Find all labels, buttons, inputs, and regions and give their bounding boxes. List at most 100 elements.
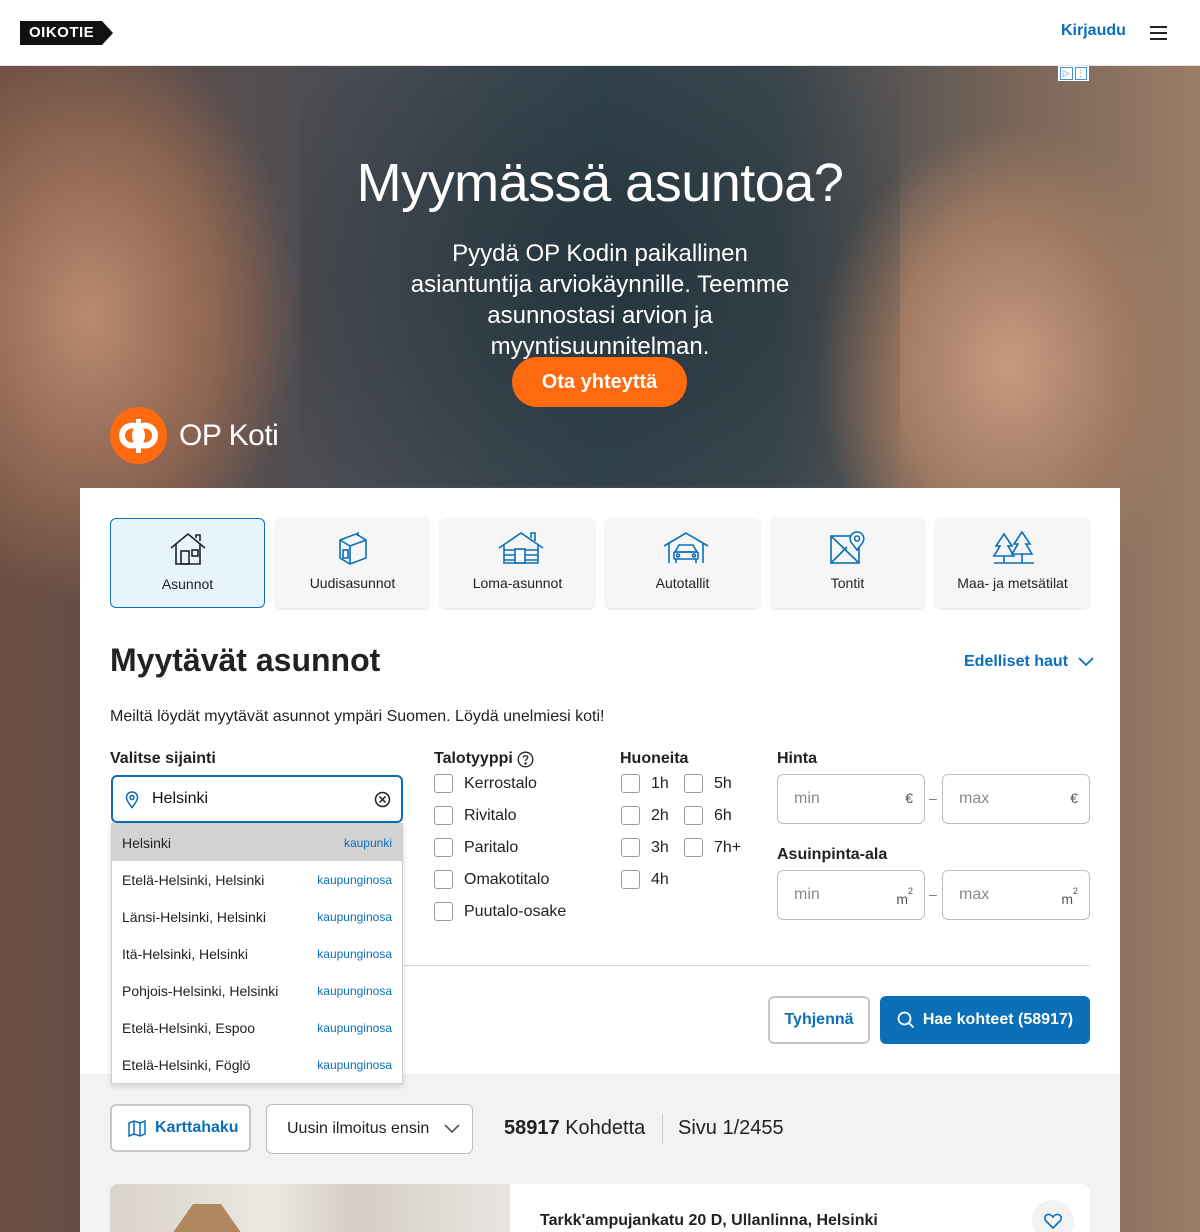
- house-type-rivitalo[interactable]: Rivitalo: [434, 806, 516, 825]
- op-logo-icon: [110, 407, 167, 464]
- listing-image: [110, 1184, 510, 1232]
- suggestion-item[interactable]: Helsinki kaupunki: [112, 824, 402, 861]
- map-search-button[interactable]: Karttahaku: [110, 1104, 251, 1152]
- ad-choices-badge[interactable]: ▷ ⋮: [1058, 66, 1089, 81]
- sort-select[interactable]: Uusin ilmoitus ensin: [266, 1104, 473, 1154]
- logo-arrow-icon: [102, 21, 114, 45]
- house-type-puutalo-osake[interactable]: Puutalo-osake: [434, 902, 566, 921]
- results-section: Karttahaku Uusin ilmoitus ensin 58917 Ko…: [80, 1074, 1120, 1232]
- rooms-4h[interactable]: 4h: [621, 870, 669, 889]
- area-max-input[interactable]: max m2: [942, 870, 1090, 920]
- checkbox[interactable]: [684, 774, 703, 793]
- ad-menu-icon: ⋮: [1074, 67, 1087, 80]
- divider: [662, 1114, 663, 1144]
- map-search-label: Karttahaku: [155, 1119, 239, 1136]
- price-min-input[interactable]: min €: [777, 774, 925, 824]
- house-type-kerrostalo[interactable]: Kerrostalo: [434, 774, 537, 793]
- checkbox[interactable]: [434, 870, 453, 889]
- suggestion-item[interactable]: Etelä-Helsinki, Espoo kaupunginosa: [112, 1009, 402, 1046]
- house-type-label: Talotyyppi: [434, 750, 534, 768]
- placeholder: max: [959, 790, 990, 807]
- chevron-down-icon: [444, 1124, 460, 1134]
- suggestion-item[interactable]: Itä-Helsinki, Helsinki kaupunginosa: [112, 935, 402, 972]
- listing-address[interactable]: Tarkk'ampujankatu 20 D, Ullanlinna, Hels…: [540, 1212, 878, 1230]
- rooms-7h-plus[interactable]: 7h+: [684, 838, 741, 857]
- intro-text: Meiltä löydät myytävät asunnot ympäri Su…: [110, 708, 605, 725]
- category-loma-asunnot[interactable]: Loma-asunnot: [440, 518, 595, 608]
- garage-icon: [663, 532, 709, 563]
- search-submit-button[interactable]: Hae kohteet (58917): [880, 996, 1090, 1044]
- checkbox[interactable]: [621, 774, 640, 793]
- area-label: Asuinpinta-ala: [777, 846, 888, 863]
- location-value: Helsinki: [152, 790, 209, 807]
- op-koti-logo: OP Koti: [110, 407, 279, 464]
- cabin-icon: [498, 532, 544, 564]
- m2-unit: m2: [896, 886, 913, 907]
- location-label: Valitse sijainti: [110, 750, 216, 767]
- checkbox[interactable]: [684, 806, 703, 825]
- range-dash: –: [929, 886, 937, 902]
- checkbox[interactable]: [434, 902, 453, 921]
- suggestion-item[interactable]: Länsi-Helsinki, Helsinki kaupunginosa: [112, 898, 402, 935]
- rooms-label: Huoneita: [620, 750, 689, 767]
- top-bar: OIKOTIE Kirjaudu: [0, 0, 1200, 66]
- house-icon: [170, 532, 206, 565]
- euro-unit: €: [905, 790, 913, 806]
- clear-icon[interactable]: [374, 791, 391, 808]
- menu-icon[interactable]: [1150, 26, 1167, 40]
- checkbox[interactable]: [434, 774, 453, 793]
- checkbox[interactable]: [621, 870, 640, 889]
- suggestion-item[interactable]: Etelä-Helsinki, Helsinki kaupunginosa: [112, 861, 402, 898]
- category-autotallit[interactable]: Autotallit: [605, 518, 760, 608]
- placeholder: min: [794, 790, 820, 807]
- price-max-input[interactable]: max €: [942, 774, 1090, 824]
- chevron-down-icon: [1078, 657, 1094, 667]
- category-label: Uudisasunnot: [309, 575, 396, 591]
- page-info: Sivu 1/2455: [678, 1117, 784, 1139]
- category-tabs: Asunnot Uudisasunnot Loma-asunnot Autota…: [110, 518, 1090, 608]
- ad-title: Myymässä asuntoa?: [356, 153, 844, 213]
- search-submit-label: Hae kohteet (58917): [922, 1011, 1074, 1028]
- category-label: Tontit: [830, 575, 865, 591]
- new-building-icon: [339, 532, 367, 565]
- plot-map-icon: [830, 531, 865, 564]
- m2-unit: m2: [1061, 886, 1078, 907]
- oikotie-logo[interactable]: OIKOTIE: [20, 21, 114, 45]
- category-asunnot[interactable]: Asunnot: [110, 518, 265, 608]
- checkbox[interactable]: [434, 806, 453, 825]
- op-brand-text: OP Koti: [179, 418, 279, 452]
- placeholder: max: [959, 886, 990, 903]
- suggestion-item[interactable]: Etelä-Helsinki, Föglö kaupunginosa: [112, 1046, 402, 1083]
- checkbox[interactable]: [621, 806, 640, 825]
- location-input[interactable]: Helsinki: [111, 775, 403, 823]
- ad-play-icon: ▷: [1060, 67, 1073, 80]
- rooms-5h[interactable]: 5h: [684, 774, 732, 793]
- login-link[interactable]: Kirjaudu: [1061, 22, 1126, 40]
- category-maa-ja-metsatilat[interactable]: Maa- ja metsätilat: [935, 518, 1090, 608]
- range-dash: –: [929, 790, 937, 806]
- favorite-button[interactable]: [1032, 1200, 1074, 1232]
- rooms-2h[interactable]: 2h: [621, 806, 669, 825]
- checkbox[interactable]: [621, 838, 640, 857]
- house-type-paritalo[interactable]: Paritalo: [434, 838, 518, 857]
- rooms-6h[interactable]: 6h: [684, 806, 732, 825]
- ad-contact-button[interactable]: Ota yhteyttä: [512, 357, 687, 407]
- clear-button[interactable]: Tyhjennä: [768, 996, 870, 1044]
- category-tontit[interactable]: Tontit: [770, 518, 925, 608]
- suggestion-item[interactable]: Pohjois-Helsinki, Helsinki kaupunginosa: [112, 972, 402, 1009]
- trees-icon: [992, 530, 1034, 564]
- category-label: Asunnot: [161, 576, 214, 592]
- checkbox[interactable]: [684, 838, 703, 857]
- listing-card[interactable]: Tarkk'ampujankatu 20 D, Ullanlinna, Hels…: [110, 1184, 1090, 1232]
- category-label: Autotallit: [655, 575, 710, 591]
- help-icon[interactable]: [517, 751, 534, 768]
- previous-searches-toggle[interactable]: Edelliset haut: [964, 653, 1094, 671]
- rooms-3h[interactable]: 3h: [621, 838, 669, 857]
- placeholder: min: [794, 886, 820, 903]
- checkbox[interactable]: [434, 838, 453, 857]
- category-uudisasunnot[interactable]: Uudisasunnot: [275, 518, 430, 608]
- area-min-input[interactable]: min m2: [777, 870, 925, 920]
- logo-text: OIKOTIE: [20, 21, 103, 45]
- rooms-1h[interactable]: 1h: [621, 774, 669, 793]
- house-type-omakotitalo[interactable]: Omakotitalo: [434, 870, 549, 889]
